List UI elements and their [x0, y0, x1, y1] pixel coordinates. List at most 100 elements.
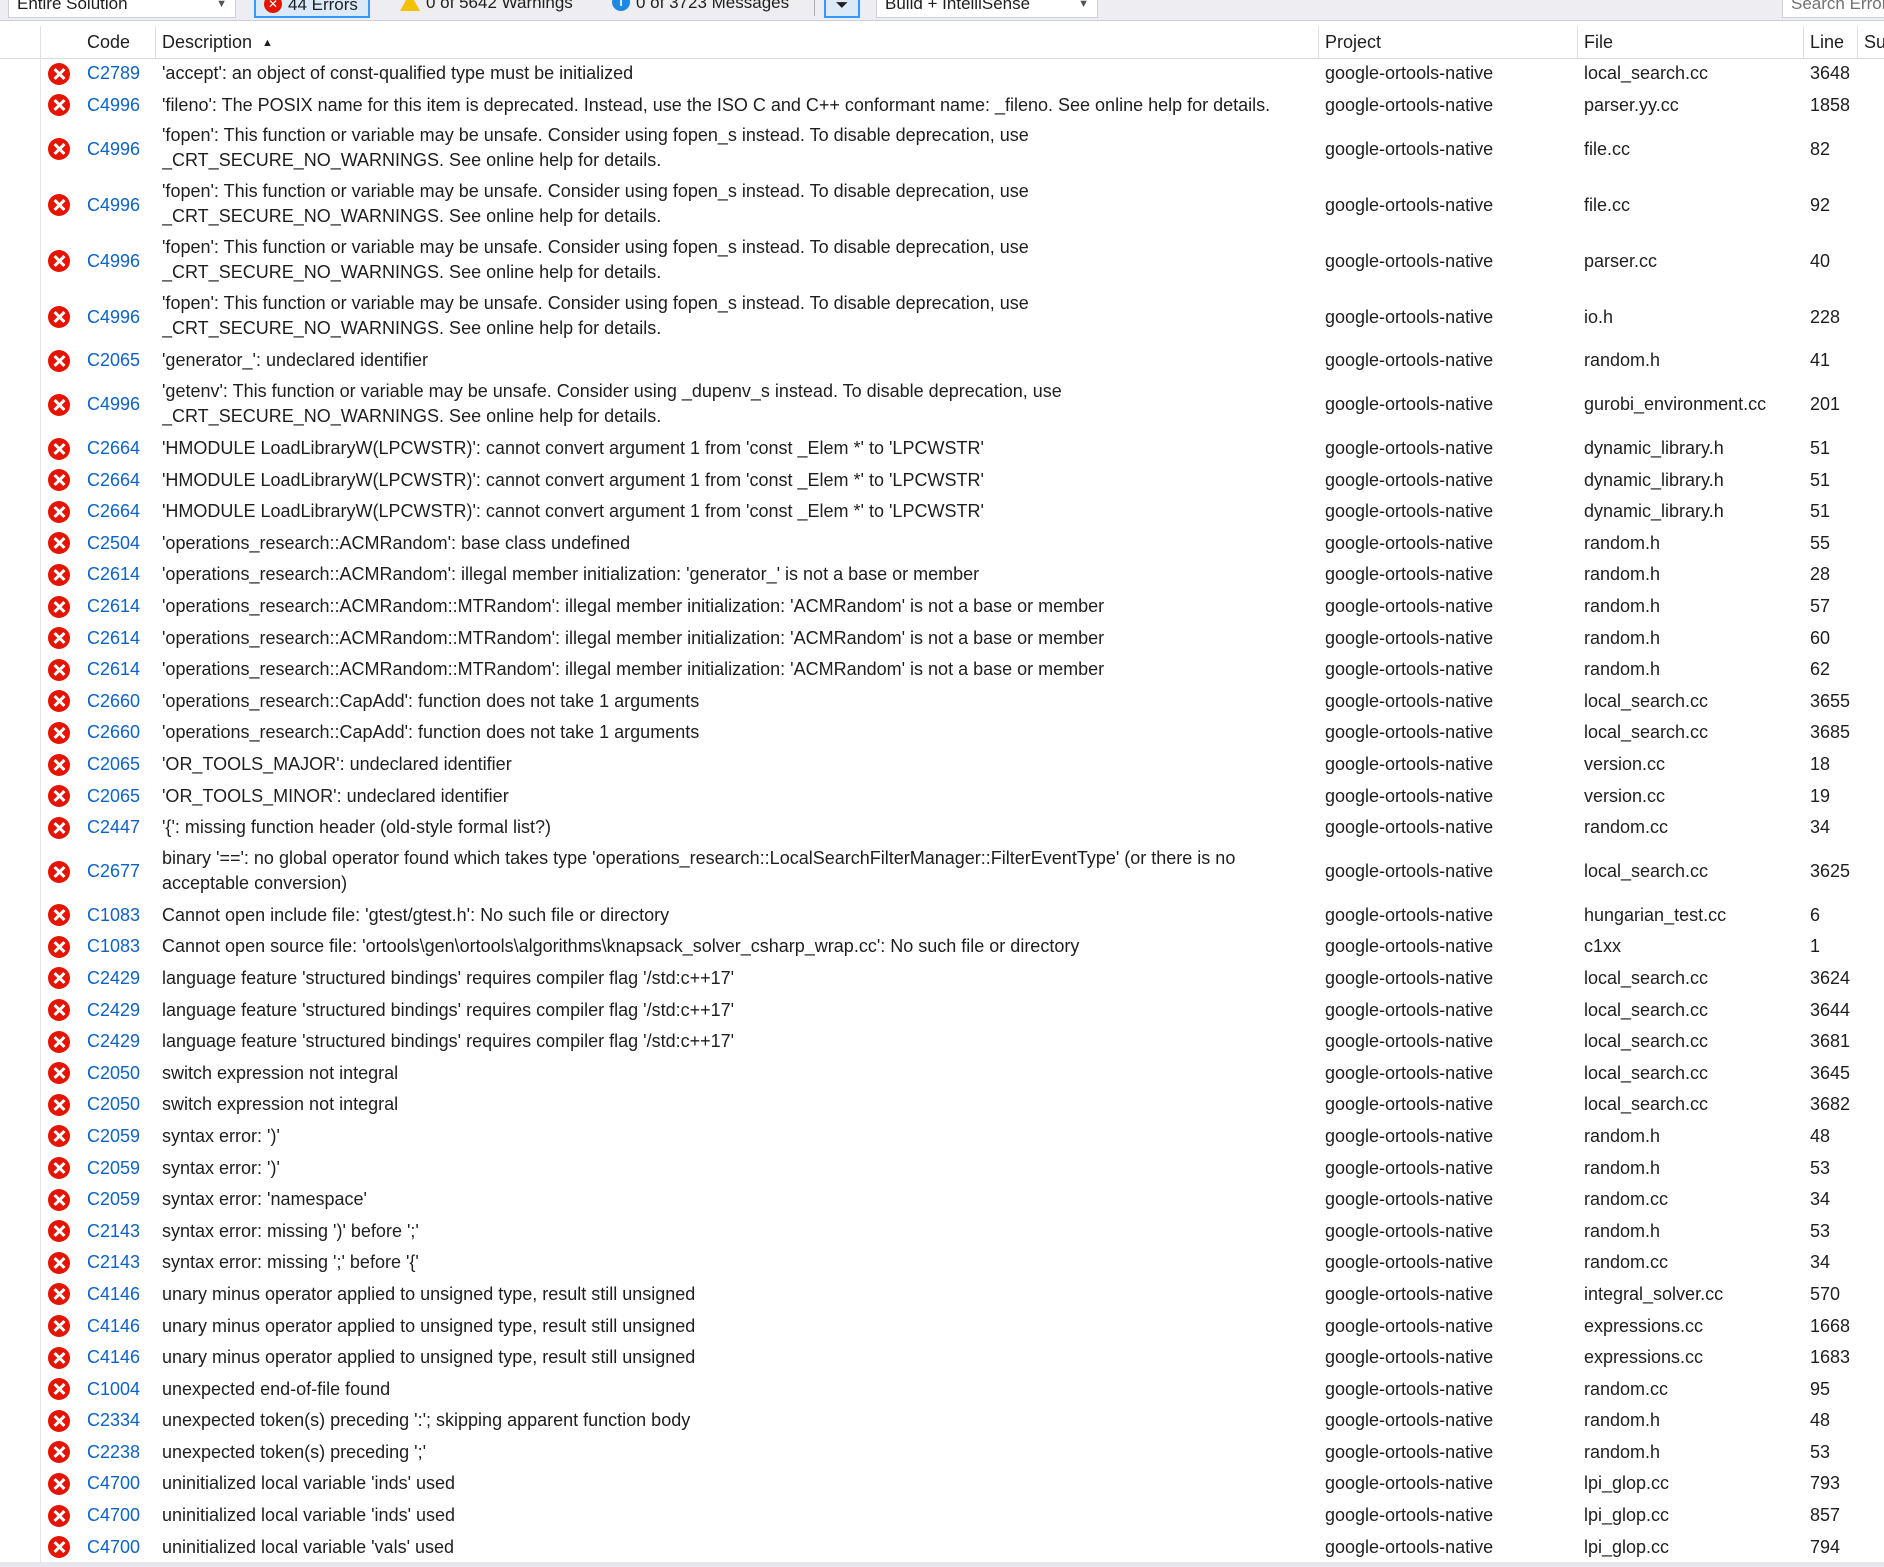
table-row[interactable]: C2614 'operations_research::ACMRandom::MT… [0, 591, 1884, 623]
error-code-link[interactable]: C2050 [87, 1092, 140, 1117]
error-code-link[interactable]: C2504 [87, 531, 140, 556]
table-row[interactable]: C4146 unary minus operator applied to uns… [0, 1279, 1884, 1311]
table-row[interactable]: C2660 'operations_research::CapAdd': func… [0, 717, 1884, 749]
error-code-link[interactable]: C4146 [87, 1282, 140, 1307]
error-code-link[interactable]: C2677 [87, 859, 140, 884]
error-code-link[interactable]: C2059 [87, 1124, 140, 1149]
messages-filter-button[interactable]: i 0 of 3723 Messages [604, 0, 799, 18]
error-code-link[interactable]: C2614 [87, 562, 140, 587]
table-row[interactable]: C4996 'fopen': This function or variable … [0, 121, 1884, 177]
error-code-link[interactable]: C2065 [87, 784, 140, 809]
table-row[interactable]: C2429 language feature 'structured bindin… [0, 1026, 1884, 1058]
column-header-code[interactable]: Code [80, 22, 155, 58]
table-row[interactable]: C4996 'fopen': This function or variable … [0, 289, 1884, 345]
table-row[interactable]: C2614 'operations_research::ACMRandom::MT… [0, 622, 1884, 654]
table-row[interactable]: C2614 'operations_research::ACMRandom::MT… [0, 654, 1884, 686]
error-code-link[interactable]: C2143 [87, 1219, 140, 1244]
table-row[interactable]: C2059 syntax error: ')' google-ortools-nat… [0, 1152, 1884, 1184]
error-code-link[interactable]: C4700 [87, 1535, 140, 1560]
table-row[interactable]: C4996 'fopen': This function or variable … [0, 233, 1884, 289]
table-row[interactable]: C4996 'fopen': This function or variable … [0, 177, 1884, 233]
error-code-link[interactable]: C2614 [87, 594, 140, 619]
error-code-link[interactable]: C2789 [87, 61, 140, 86]
table-row[interactable]: C2614 'operations_research::ACMRandom': i… [0, 559, 1884, 591]
error-code-link[interactable]: C2660 [87, 720, 140, 745]
table-row[interactable]: C2238 unexpected token(s) preceding ';' go… [0, 1437, 1884, 1469]
build-filter-dropdown[interactable]: Build + IntelliSense ▼ [876, 0, 1098, 18]
table-row[interactable]: C1083 Cannot open include file: 'gtest/gt… [0, 900, 1884, 932]
filter-button[interactable]: ⏷ [824, 0, 860, 18]
error-code-link[interactable]: C2065 [87, 752, 140, 777]
error-code-link[interactable]: C4146 [87, 1314, 140, 1339]
error-code-link[interactable]: C4996 [87, 93, 140, 118]
table-row[interactable]: C4700 uninitialized local variable 'vals'… [0, 1531, 1884, 1563]
column-divider[interactable] [40, 26, 41, 58]
table-row[interactable]: C2429 language feature 'structured bindin… [0, 963, 1884, 995]
column-header-file[interactable]: File [1577, 22, 1803, 58]
error-code-link[interactable]: C2050 [87, 1061, 140, 1086]
table-row[interactable]: C2059 syntax error: 'namespace' google-ort… [0, 1184, 1884, 1216]
error-code-link[interactable]: C4996 [87, 392, 140, 417]
table-row[interactable]: C2447 '{': missing function header (old-s… [0, 812, 1884, 844]
scope-dropdown[interactable]: Entire Solution ▼ [8, 0, 236, 18]
table-row[interactable]: C2664 'HMODULE LoadLibraryW(LPCWSTR)': ca… [0, 433, 1884, 465]
table-row[interactable]: C4996 'fileno': The POSIX name for this i… [0, 90, 1884, 122]
error-code-link[interactable]: C4700 [87, 1503, 140, 1528]
table-row[interactable]: C2504 'operations_research::ACMRandom': b… [0, 528, 1884, 560]
error-code-link[interactable]: C2664 [87, 468, 140, 493]
error-code-link[interactable]: C1083 [87, 903, 140, 928]
error-code-link[interactable]: C2664 [87, 499, 140, 524]
table-row[interactable]: C2065 'OR_TOOLS_MINOR': undeclared identi… [0, 780, 1884, 812]
table-row[interactable]: C2059 syntax error: ')' google-ortools-nat… [0, 1121, 1884, 1153]
table-row[interactable]: C4146 unary minus operator applied to uns… [0, 1342, 1884, 1374]
table-row[interactable]: C2050 switch expression not integral googl… [0, 1089, 1884, 1121]
table-row[interactable]: C1004 unexpected end-of-file found google-… [0, 1373, 1884, 1405]
table-row[interactable]: C4700 uninitialized local variable 'inds'… [0, 1500, 1884, 1532]
table-row[interactable]: C2677 binary '==': no global operator fou… [0, 844, 1884, 900]
error-code-link[interactable]: C2614 [87, 626, 140, 651]
error-code-link[interactable]: C2429 [87, 1029, 140, 1054]
error-code-link[interactable]: C1083 [87, 934, 140, 959]
error-code-link[interactable]: C2334 [87, 1408, 140, 1433]
column-header-description[interactable]: Description ▲ [155, 22, 1320, 58]
warnings-filter-button[interactable]: 0 of 5642 Warnings [392, 0, 583, 18]
column-header-suppression[interactable]: Su [1857, 22, 1884, 58]
errors-filter-button[interactable]: ✕ 44 Errors [254, 0, 370, 18]
error-code-link[interactable]: C4996 [87, 137, 140, 162]
table-row[interactable]: C2334 unexpected token(s) preceding ':'; … [0, 1405, 1884, 1437]
column-header-state[interactable]: ⋮ [0, 22, 40, 58]
error-code-link[interactable]: C2614 [87, 657, 140, 682]
error-code-link[interactable]: C2065 [87, 348, 140, 373]
table-row[interactable]: C2050 switch expression not integral googl… [0, 1057, 1884, 1089]
table-row[interactable]: C2429 language feature 'structured bindin… [0, 994, 1884, 1026]
horizontal-scrollbar[interactable] [0, 1562, 1884, 1567]
column-header-project[interactable]: Project [1318, 22, 1578, 58]
search-error-list-input[interactable]: Search Error List [1782, 0, 1884, 18]
table-row[interactable]: C2664 'HMODULE LoadLibraryW(LPCWSTR)': ca… [0, 496, 1884, 528]
error-code-link[interactable]: C2664 [87, 436, 140, 461]
column-header-line[interactable]: Line [1803, 22, 1857, 58]
error-code-link[interactable]: C2447 [87, 815, 140, 840]
table-row[interactable]: C4146 unary minus operator applied to uns… [0, 1310, 1884, 1342]
error-code-link[interactable]: C2429 [87, 998, 140, 1023]
error-code-link[interactable]: C2429 [87, 966, 140, 991]
table-row[interactable]: C2065 'generator_': undeclared identifier… [0, 345, 1884, 377]
error-code-link[interactable]: C4996 [87, 193, 140, 218]
error-code-link[interactable]: C4146 [87, 1345, 140, 1370]
error-code-link[interactable]: C2238 [87, 1440, 140, 1465]
table-row[interactable]: C4996 'getenv': This function or variable… [0, 377, 1884, 433]
table-row[interactable]: C2143 syntax error: missing ')' before ';… [0, 1215, 1884, 1247]
error-code-link[interactable]: C1004 [87, 1377, 140, 1402]
error-code-link[interactable]: C2059 [87, 1187, 140, 1212]
table-row[interactable]: C2065 'OR_TOOLS_MAJOR': undeclared identi… [0, 749, 1884, 781]
table-row[interactable]: C2789 'accept': an object of const-qualif… [0, 58, 1884, 90]
error-code-link[interactable]: C4700 [87, 1471, 140, 1496]
table-row[interactable]: C2143 syntax error: missing ';' before '{… [0, 1247, 1884, 1279]
table-row[interactable]: C2664 'HMODULE LoadLibraryW(LPCWSTR)': ca… [0, 464, 1884, 496]
error-code-link[interactable]: C2660 [87, 689, 140, 714]
table-row[interactable]: C4700 uninitialized local variable 'inds'… [0, 1468, 1884, 1500]
table-row[interactable]: C1083 Cannot open source file: 'ortools\g… [0, 931, 1884, 963]
table-row[interactable]: C2660 'operations_research::CapAdd': func… [0, 686, 1884, 718]
error-code-link[interactable]: C2059 [87, 1156, 140, 1181]
error-code-link[interactable]: C4996 [87, 305, 140, 330]
